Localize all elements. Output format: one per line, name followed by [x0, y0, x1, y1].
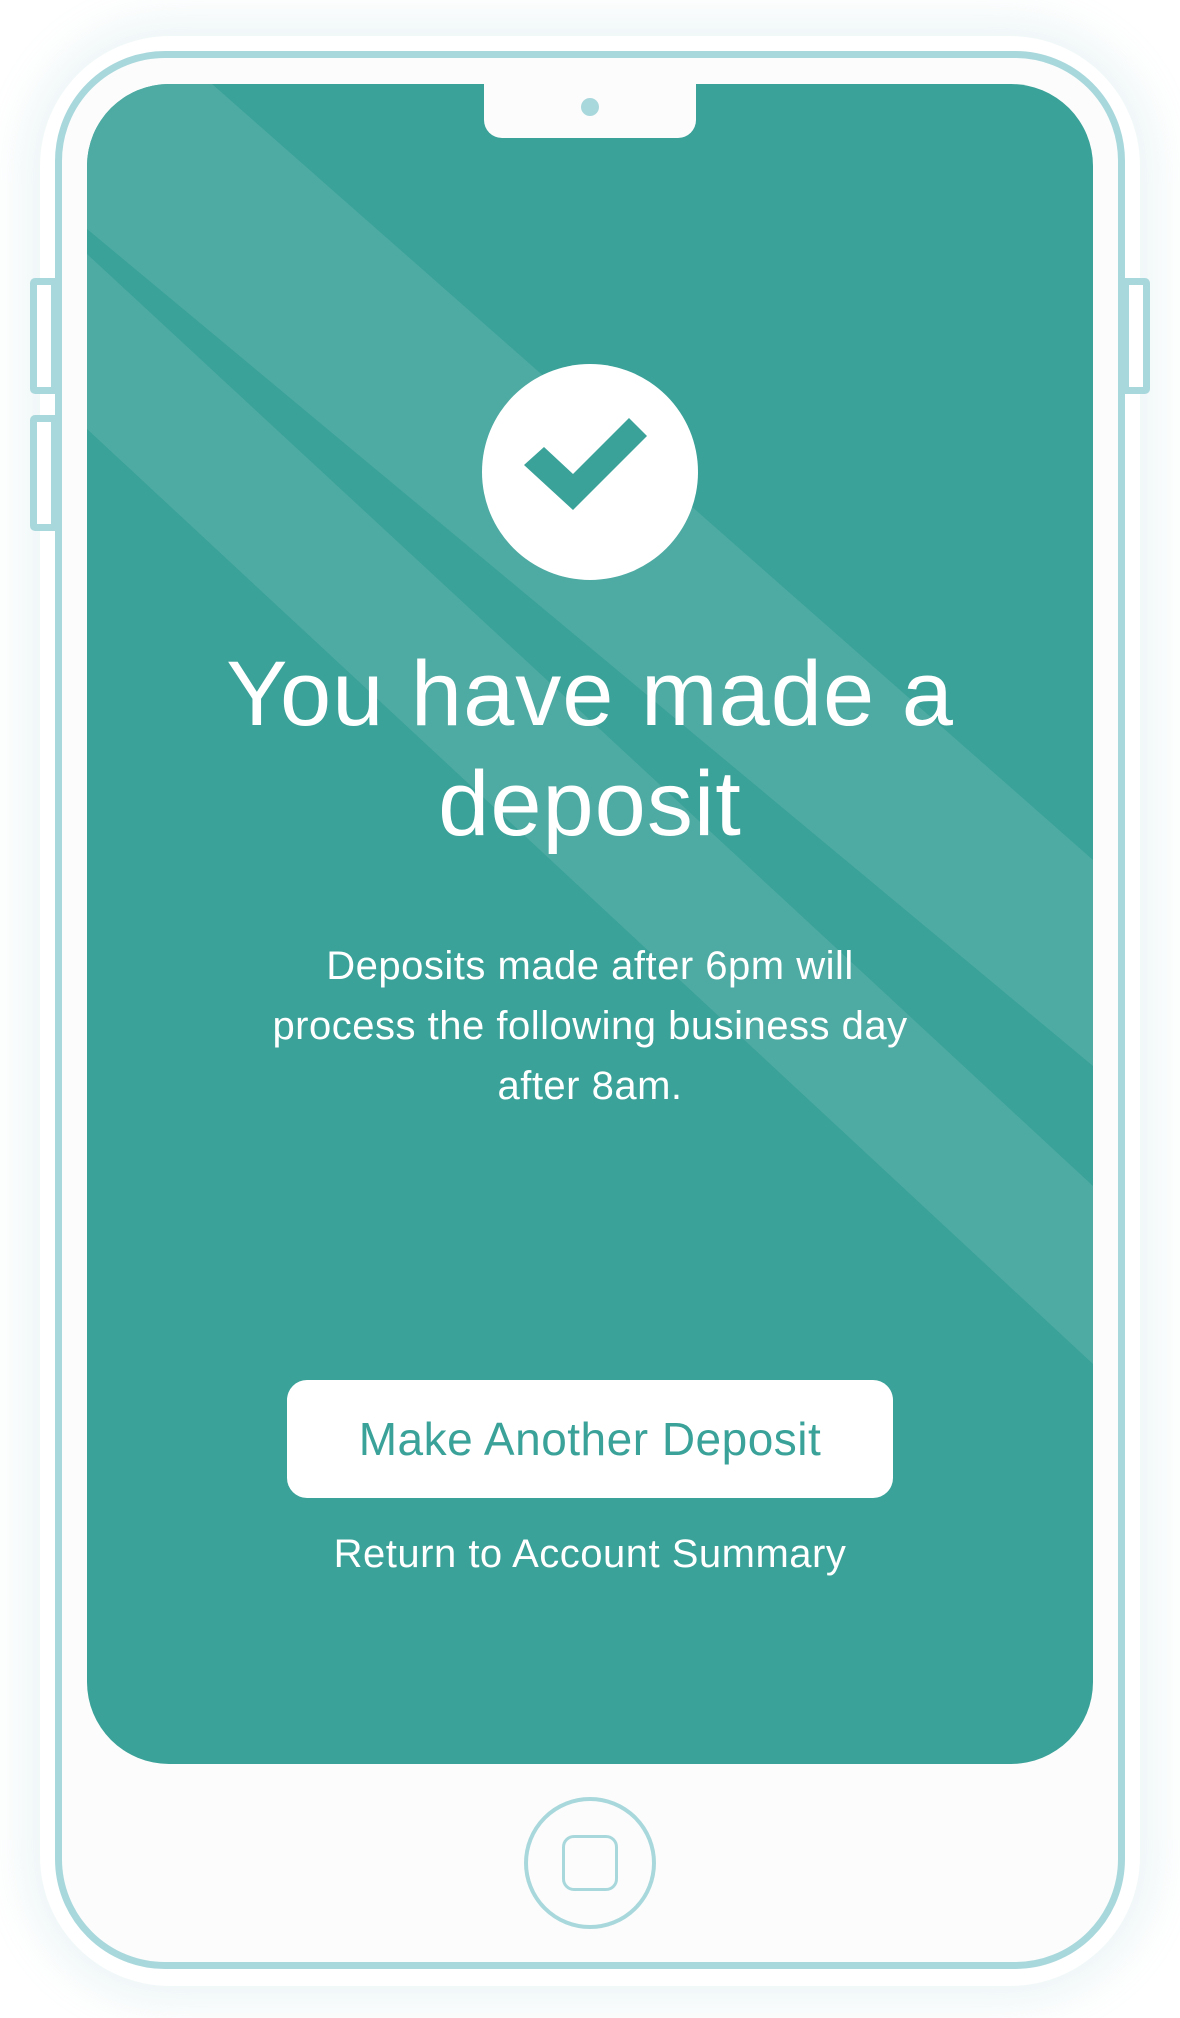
home-button-icon[interactable] [524, 1797, 656, 1929]
page-title: You have made a deposit [226, 643, 954, 855]
deposit-info-message: Deposits made after 6pm will process the… [272, 944, 908, 1108]
front-camera [581, 98, 599, 116]
device-notch [484, 84, 696, 138]
deposit-confirmation-screen: You have made a deposit Deposits made af… [87, 84, 1093, 1764]
checkmark-icon [482, 364, 698, 580]
volume-down-button [30, 415, 58, 531]
make-another-deposit-button[interactable]: Make Another Deposit [287, 1380, 893, 1498]
power-button [1122, 278, 1150, 394]
return-to-account-summary-link[interactable]: Return to Account Summary [87, 1524, 1093, 1584]
background-stripes [87, 84, 1093, 1364]
home-square-icon [562, 1835, 618, 1891]
volume-up-button [30, 278, 58, 394]
